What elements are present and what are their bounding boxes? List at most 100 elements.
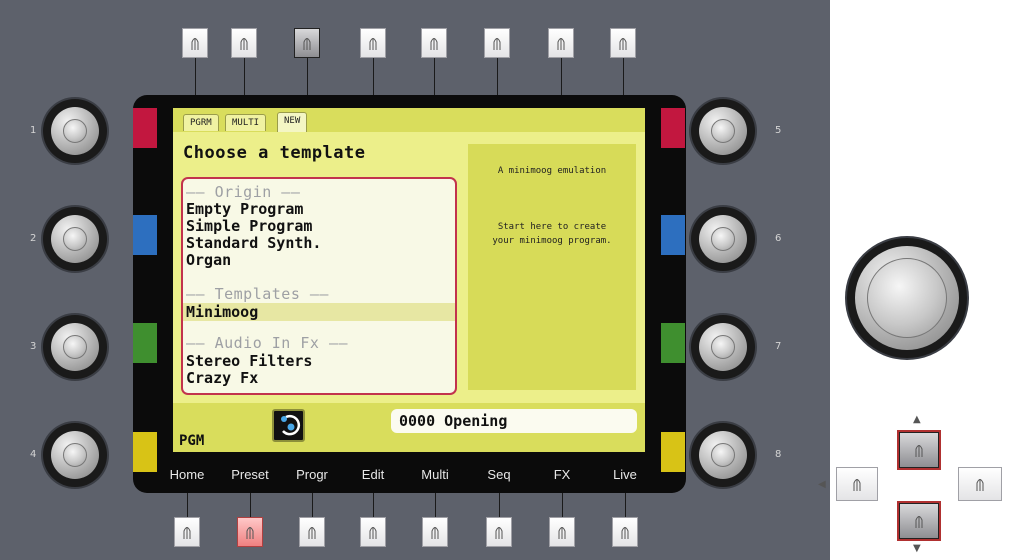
strip-2 xyxy=(133,215,157,255)
knob-7[interactable] xyxy=(691,315,755,379)
connector-line xyxy=(623,58,624,95)
bottom-label-home: Home xyxy=(169,467,205,482)
button-glyph-icon xyxy=(974,476,986,492)
list-item[interactable]: Stereo Filters xyxy=(186,352,312,370)
list-item-selected[interactable]: Minimoog xyxy=(183,303,455,321)
strip-6 xyxy=(661,215,685,255)
live-button[interactable] xyxy=(612,517,638,547)
mode-label: PGM xyxy=(179,433,205,449)
page-title: Choose a template xyxy=(183,143,366,163)
knob-number: 8 xyxy=(775,449,782,460)
bottom-label-fx: FX xyxy=(553,467,571,482)
list-item[interactable]: Crazy Fx xyxy=(186,369,258,387)
soft-button-top-5[interactable] xyxy=(421,28,447,58)
knob-3[interactable] xyxy=(43,315,107,379)
program-icon xyxy=(272,409,305,442)
bottom-label-progr: Progr xyxy=(296,467,328,482)
arrow-left-icon: ◀ xyxy=(818,479,826,490)
progr-button[interactable] xyxy=(299,517,325,547)
nav-down-button[interactable] xyxy=(899,503,939,539)
edit-button[interactable] xyxy=(360,517,386,547)
description-line: A minimoog emulation xyxy=(497,166,607,176)
lcd-screen: PGRM MULTI NEW Choose a template —— Orig… xyxy=(173,108,645,452)
soft-button-top-3[interactable] xyxy=(294,28,320,58)
nav-up-button[interactable] xyxy=(899,432,939,468)
button-glyph-icon xyxy=(181,524,193,540)
soft-button-top-8[interactable] xyxy=(610,28,636,58)
knob-2[interactable] xyxy=(43,207,107,271)
button-glyph-icon xyxy=(367,35,379,51)
button-glyph-icon xyxy=(555,35,567,51)
list-item[interactable]: Simple Program xyxy=(186,217,312,235)
knob-number: 2 xyxy=(30,233,37,244)
group-header-origin: —— Origin —— xyxy=(186,183,301,201)
description-line: Start here to create xyxy=(497,222,607,232)
button-glyph-icon xyxy=(491,35,503,51)
multi-button[interactable] xyxy=(422,517,448,547)
connector-line xyxy=(312,493,313,517)
nav-left-button[interactable] xyxy=(836,467,878,501)
knob-number: 1 xyxy=(30,125,37,136)
status-text: 0000 Opening xyxy=(399,412,508,430)
button-glyph-icon xyxy=(617,35,629,51)
knob-number: 5 xyxy=(775,125,782,136)
connector-line xyxy=(434,58,435,95)
soft-button-top-2[interactable] xyxy=(231,28,257,58)
bottom-label-seq: Seq xyxy=(487,467,511,482)
button-glyph-icon xyxy=(493,524,505,540)
strip-1 xyxy=(133,108,157,148)
tab-new[interactable]: NEW xyxy=(277,112,308,132)
connector-line xyxy=(625,493,626,517)
button-glyph-icon xyxy=(238,35,250,51)
connector-line xyxy=(250,493,251,517)
button-glyph-icon xyxy=(913,513,925,529)
list-item[interactable]: Standard Synth. xyxy=(186,234,321,252)
arrow-down-icon: ▼ xyxy=(913,543,921,554)
bottom-label-edit: Edit xyxy=(361,467,385,482)
preset-button[interactable] xyxy=(237,517,263,547)
connector-line xyxy=(499,493,500,517)
button-glyph-icon xyxy=(619,524,631,540)
description-panel: A minimoog emulation Start here to creat… xyxy=(468,144,636,390)
nav-right-button[interactable] xyxy=(958,467,1002,501)
soft-button-top-1[interactable] xyxy=(182,28,208,58)
tab-pgrm[interactable]: PGRM xyxy=(183,114,219,131)
list-item[interactable]: Empty Program xyxy=(186,200,303,218)
connector-line xyxy=(307,58,308,95)
knob-number: 4 xyxy=(30,449,37,460)
button-glyph-icon xyxy=(189,35,201,51)
soft-button-top-4[interactable] xyxy=(360,28,386,58)
list-item[interactable]: Organ xyxy=(186,251,231,269)
button-glyph-icon xyxy=(428,35,440,51)
connector-line xyxy=(373,493,374,517)
knob-number: 3 xyxy=(30,341,37,352)
knob-6[interactable] xyxy=(691,207,755,271)
button-glyph-icon xyxy=(429,524,441,540)
button-glyph-icon xyxy=(851,476,863,492)
bottom-label-live: Live xyxy=(613,467,637,482)
group-header-audio-in-fx: —— Audio In Fx —— xyxy=(186,334,349,352)
seq-button[interactable] xyxy=(486,517,512,547)
button-glyph-icon xyxy=(367,524,379,540)
main-encoder-knob[interactable] xyxy=(847,238,967,358)
home-button[interactable] xyxy=(174,517,200,547)
template-list[interactable]: —— Origin —— Empty Program Simple Progra… xyxy=(181,177,457,395)
connector-line xyxy=(244,58,245,95)
tab-multi[interactable]: MULTI xyxy=(225,114,267,131)
button-glyph-icon xyxy=(301,35,313,51)
strip-8 xyxy=(661,432,685,472)
knob-1[interactable] xyxy=(43,99,107,163)
description-line: your minimoog program. xyxy=(492,236,612,246)
knob-4[interactable] xyxy=(43,423,107,487)
connector-line xyxy=(497,58,498,95)
knob-8[interactable] xyxy=(691,423,755,487)
bottom-label-multi: Multi xyxy=(421,467,449,482)
connector-line xyxy=(373,58,374,95)
strip-3 xyxy=(133,323,157,363)
soft-button-top-6[interactable] xyxy=(484,28,510,58)
knob-number: 7 xyxy=(775,341,782,352)
fx-button[interactable] xyxy=(549,517,575,547)
knob-5[interactable] xyxy=(691,99,755,163)
soft-button-top-7[interactable] xyxy=(548,28,574,58)
tab-bar: PGRM MULTI NEW xyxy=(173,108,645,132)
